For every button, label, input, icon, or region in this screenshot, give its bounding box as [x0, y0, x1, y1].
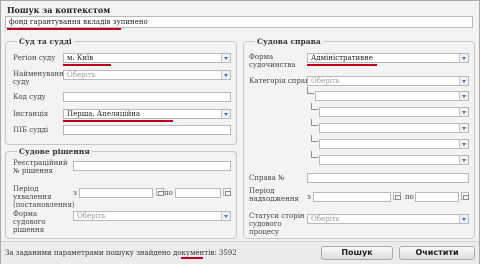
subcategory-select-4[interactable] [319, 139, 469, 149]
chevron-down-icon [459, 108, 468, 116]
chevron-down-icon [459, 92, 468, 100]
court-code-label: Код суду [13, 93, 46, 101]
instance-select[interactable]: Перша, Апеляційна [63, 109, 231, 119]
received-from-input[interactable] [313, 192, 391, 202]
decision-form-placeholder: Оберіть [77, 212, 106, 220]
party-status-select[interactable]: Оберіть [307, 214, 469, 224]
highlight-underline [307, 64, 377, 66]
region-value: м. Київ [67, 54, 94, 62]
category-placeholder: Оберіть [311, 77, 340, 85]
category-select[interactable]: Оберіть [307, 76, 469, 86]
subcategory-select-1[interactable] [315, 91, 469, 101]
instance-label: Інстанція [13, 110, 49, 118]
case-legend: Судова справа [255, 37, 323, 46]
context-search-input[interactable]: фонд гарантування вкладів зупинено [5, 16, 473, 28]
highlight-underline [63, 120, 173, 122]
result-summary: За заданими параметрами пошуку знайдено … [5, 249, 237, 257]
chevron-down-icon [221, 54, 230, 62]
dialog-footer: За заданими параметрами пошуку знайдено … [1, 241, 479, 264]
received-to-input[interactable] [415, 192, 459, 202]
party-status-label: Статуси сторін судового процесу [249, 212, 305, 236]
case-number-input[interactable] [307, 173, 469, 183]
decision-form-select[interactable]: Оберіть [73, 211, 231, 221]
tree-branch [311, 135, 318, 142]
chevron-down-icon [459, 140, 468, 148]
jurisdiction-select[interactable]: Адміністративне [307, 53, 469, 63]
decision-form-label: Форма судового рішення [13, 210, 46, 234]
period-from-label: з [73, 189, 77, 197]
court-name-placeholder: Оберіть [67, 71, 96, 79]
subcategory-select-5[interactable] [319, 155, 469, 165]
highlight-underline [63, 64, 111, 66]
chevron-down-icon [221, 212, 230, 220]
chevron-down-icon [221, 71, 230, 79]
judge-label: ПІБ судді [13, 126, 49, 134]
calendar-icon[interactable] [461, 192, 469, 200]
calendar-icon[interactable] [156, 188, 164, 196]
received-from-label: з [307, 193, 311, 201]
party-status-placeholder: Оберіть [311, 215, 340, 223]
chevron-down-icon [459, 77, 468, 85]
received-to-label: по [405, 193, 414, 201]
period-to-input[interactable] [175, 188, 221, 198]
court-legend: Суд та судді [17, 37, 74, 46]
subcategory-select-2[interactable] [319, 107, 469, 117]
reg-number-input[interactable] [73, 161, 231, 171]
region-select[interactable]: м. Київ [63, 53, 231, 63]
judge-input[interactable] [63, 125, 231, 135]
region-label: Регіон суду [13, 54, 56, 62]
clear-button[interactable]: Очистити [399, 246, 475, 260]
chevron-down-icon [459, 54, 468, 62]
court-name-label: Найменування суду [13, 70, 69, 86]
period-from-input[interactable] [79, 188, 153, 198]
received-label: Період надходження [249, 187, 299, 203]
tree-branch [311, 119, 318, 126]
result-text: За заданими параметрами пошуку знайдено … [5, 249, 217, 257]
highlight-underline [181, 257, 203, 259]
chevron-down-icon [221, 110, 230, 118]
chevron-down-icon [459, 156, 468, 164]
instance-value: Перша, Апеляційна [67, 110, 141, 118]
period-to-label: по [164, 189, 173, 197]
jurisdiction-label: Форма судочинства [249, 53, 296, 69]
tree-branch [311, 103, 318, 110]
chevron-down-icon [459, 215, 468, 223]
subcategory-select-3[interactable] [319, 123, 469, 133]
search-button[interactable]: Пошук [321, 246, 393, 260]
reg-number-label: Реєстраційний № рішення [13, 159, 68, 175]
jurisdiction-value: Адміністративне [311, 54, 373, 62]
category-label: Категорія справи [249, 77, 314, 85]
search-dialog: Пошук за контекстом фонд гарантування вк… [0, 0, 480, 264]
court-code-input[interactable] [63, 92, 231, 102]
highlight-underline [7, 28, 121, 30]
chevron-down-icon [459, 124, 468, 132]
calendar-icon[interactable] [393, 192, 401, 200]
context-search-title: Пошук за контекстом [7, 5, 111, 15]
court-name-select[interactable]: Оберіть [63, 70, 231, 80]
tree-branch [311, 151, 318, 158]
result-count: 3592 [218, 249, 237, 257]
decision-legend: Судове рішення [17, 147, 92, 156]
calendar-icon[interactable] [223, 188, 231, 196]
tree-branch [307, 87, 314, 94]
case-number-label: Справа № [249, 174, 285, 182]
period-label: Період ухвалення (постановлення) [13, 185, 75, 209]
